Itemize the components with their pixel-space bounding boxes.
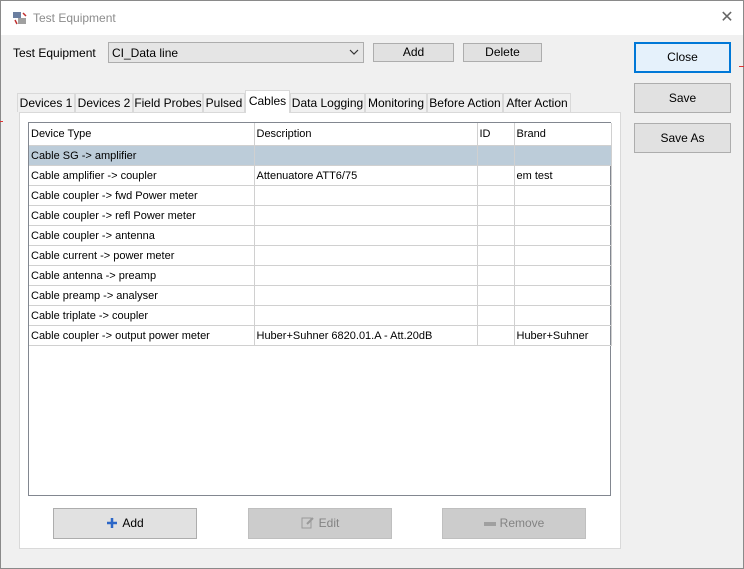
cell-device-type[interactable]: Cable coupler -> antenna [29, 225, 255, 246]
add-row-button[interactable]: Add [53, 508, 197, 539]
test-equipment-select[interactable]: CI_Data line [108, 42, 364, 63]
add-equipment-button[interactable]: Add [373, 43, 454, 62]
cables-grid[interactable]: Device Type Description ID Brand Cable S… [28, 122, 612, 496]
remove-row-label: Remove [499, 516, 545, 530]
table-row[interactable]: Cable triplate -> coupler [29, 305, 612, 326]
tab-data-logging[interactable]: Data Logging [290, 93, 365, 112]
cables-table: Device Type Description ID Brand Cable S… [29, 123, 612, 346]
tab-monitoring[interactable]: Monitoring [365, 93, 427, 112]
close-window-icon[interactable]: ✕ [717, 8, 737, 28]
cell-brand[interactable] [514, 225, 612, 246]
table-row[interactable]: Cable preamp -> analyser [29, 285, 612, 306]
tab-after-action[interactable]: After Action [503, 93, 571, 112]
cell-id[interactable] [477, 145, 515, 166]
edit-row-label: Edit [318, 516, 340, 530]
cell-brand[interactable]: Huber+Suhner [514, 325, 612, 346]
cell-id[interactable] [477, 185, 515, 206]
tab-field-probes[interactable]: Field Probes [133, 93, 203, 112]
cell-description[interactable] [254, 205, 478, 226]
table-row[interactable]: Cable amplifier -> coupler Attenuatore A… [29, 165, 612, 186]
cell-id[interactable] [477, 245, 515, 266]
cell-device-type[interactable]: Cable coupler -> fwd Power meter [29, 185, 255, 206]
cell-brand[interactable] [514, 145, 612, 166]
cell-brand[interactable] [514, 245, 612, 266]
column-header-id[interactable]: ID [477, 123, 515, 146]
cell-id[interactable] [477, 165, 515, 186]
cell-brand[interactable] [514, 285, 612, 306]
cell-brand[interactable] [514, 305, 612, 326]
table-row[interactable]: Cable antenna -> preamp [29, 265, 612, 286]
table-row[interactable]: Cable SG -> amplifier [29, 145, 612, 166]
cell-description[interactable] [254, 285, 478, 306]
cell-id[interactable] [477, 225, 515, 246]
cell-device-type[interactable]: Cable amplifier -> coupler [29, 165, 255, 186]
cell-device-type[interactable]: Cable coupler -> refl Power meter [29, 205, 255, 226]
test-equipment-window: Test Equipment ✕ Test Equipment CI_Data … [0, 0, 744, 569]
column-header-device-type[interactable]: Device Type [29, 123, 255, 146]
minus-icon [483, 510, 496, 539]
tab-devices-1[interactable]: Devices 1 [17, 93, 75, 112]
cell-brand[interactable] [514, 205, 612, 226]
cell-id[interactable] [477, 265, 515, 286]
cell-id[interactable] [477, 305, 515, 326]
cell-device-type[interactable]: Cable coupler -> output power meter [29, 325, 255, 346]
column-header-description[interactable]: Description [254, 123, 478, 146]
table-row[interactable]: Cable coupler -> antenna [29, 225, 612, 246]
close-button[interactable]: Close [634, 42, 731, 73]
cell-description[interactable] [254, 265, 478, 286]
cell-brand[interactable] [514, 265, 612, 286]
cell-id[interactable] [477, 285, 515, 306]
cell-description[interactable] [254, 225, 478, 246]
test-equipment-label: Test Equipment [13, 46, 96, 60]
cell-brand[interactable] [514, 185, 612, 206]
plus-icon [106, 511, 118, 540]
cell-device-type[interactable]: Cable preamp -> analyser [29, 285, 255, 306]
save-as-button[interactable]: Save As [634, 123, 731, 153]
table-row[interactable]: Cable coupler -> refl Power meter [29, 205, 612, 226]
cell-description[interactable] [254, 245, 478, 266]
background-line [739, 66, 744, 67]
table-header-row: Device Type Description ID Brand [29, 123, 612, 146]
table-row[interactable]: Cable coupler -> output power meter Hube… [29, 325, 612, 346]
add-row-label: Add [122, 516, 144, 530]
edit-row-button[interactable]: Edit [248, 508, 392, 539]
cell-description[interactable]: Attenuatore ATT6/75 [254, 165, 478, 186]
edit-icon [301, 511, 315, 540]
cell-id[interactable] [477, 205, 515, 226]
cell-device-type[interactable]: Cable antenna -> preamp [29, 265, 255, 286]
column-header-brand[interactable]: Brand [514, 123, 612, 146]
save-button[interactable]: Save [634, 83, 731, 113]
app-icon [12, 10, 28, 29]
background-line [0, 121, 3, 122]
cell-brand[interactable]: em test [514, 165, 612, 186]
tab-pulsed[interactable]: Pulsed [203, 93, 245, 112]
cell-description[interactable]: Huber+Suhner 6820.01.A - Att.20dB [254, 325, 478, 346]
table-row[interactable]: Cable coupler -> fwd Power meter [29, 185, 612, 206]
cell-device-type[interactable]: Cable current -> power meter [29, 245, 255, 266]
cell-device-type[interactable]: Cable SG -> amplifier [29, 145, 255, 166]
remove-row-button[interactable]: Remove [442, 508, 586, 539]
cell-device-type[interactable]: Cable triplate -> coupler [29, 305, 255, 326]
title-bar: Test Equipment ✕ [1, 1, 743, 35]
window-title: Test Equipment [33, 11, 116, 25]
cell-description[interactable] [254, 305, 478, 326]
table-row[interactable]: Cable current -> power meter [29, 245, 612, 266]
cell-description[interactable] [254, 145, 478, 166]
test-equipment-selected-value: CI_Data line [112, 46, 179, 60]
tab-cables[interactable]: Cables [245, 90, 290, 113]
chevron-down-icon[interactable] [349, 45, 359, 62]
tab-devices-2[interactable]: Devices 2 [75, 93, 133, 112]
delete-equipment-button[interactable]: Delete [463, 43, 542, 62]
tab-before-action[interactable]: Before Action [427, 93, 503, 112]
cell-id[interactable] [477, 325, 515, 346]
cell-description[interactable] [254, 185, 478, 206]
